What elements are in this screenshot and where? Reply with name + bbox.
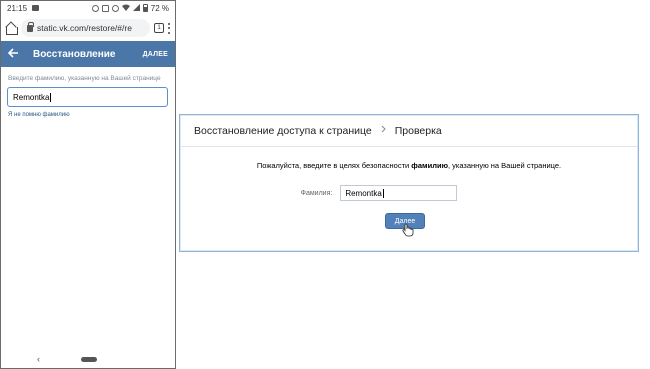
vibrate-icon xyxy=(101,4,109,12)
desktop-verification-card: Восстановление доступа к странице Провер… xyxy=(179,114,639,252)
status-time: 21:15 xyxy=(7,3,28,13)
text-caret xyxy=(382,188,384,198)
surname-input[interactable]: Remontka xyxy=(7,87,168,107)
url-text: static.vk.com/restore/#/re xyxy=(37,23,132,33)
instruction-bold: фамилию xyxy=(411,161,448,170)
android-nav-bar: ‹ xyxy=(1,350,175,368)
chevron-right-icon xyxy=(381,125,386,136)
surname-label: Введите фамилию, указанную на Вашей стра… xyxy=(8,75,161,82)
card-body: Пожалуйста, введите в целях безопасности… xyxy=(180,147,638,251)
page-title: Восстановление xyxy=(33,48,116,60)
notification-icon xyxy=(32,5,40,11)
surname-input-value: Remontka xyxy=(13,92,50,102)
address-bar[interactable]: static.vk.com/restore/#/re xyxy=(21,19,150,37)
breadcrumb-parent[interactable]: Восстановление доступа к странице xyxy=(194,125,372,137)
instruction-part-1: Пожалуйста, введите в целях безопасности xyxy=(256,161,412,170)
dnd-icon xyxy=(111,4,119,12)
home-icon[interactable] xyxy=(5,22,18,35)
instruction-part-2: , указанную на Вашей странице. xyxy=(447,161,562,170)
nav-back-icon[interactable]: ‹ xyxy=(37,354,40,364)
browser-toolbar: static.vk.com/restore/#/re 1 xyxy=(1,15,175,41)
text-caret xyxy=(50,92,52,102)
breadcrumb-current: Проверка xyxy=(394,124,442,137)
next-button[interactable]: ДАЛЕЕ xyxy=(143,51,168,58)
nav-home-pill[interactable] xyxy=(81,357,97,362)
battery-icon xyxy=(142,4,148,12)
instruction-text: Пожалуйста, введите в целях безопасности… xyxy=(180,161,638,170)
eye-icon xyxy=(91,4,99,12)
surname-field-row: Фамилия: Remontka xyxy=(180,185,638,201)
surname-field-input[interactable]: Remontka xyxy=(340,185,458,201)
vk-header: Восстановление ДАЛЕЕ xyxy=(1,41,175,67)
signal-icon xyxy=(132,3,140,13)
forgot-surname-link[interactable]: Я не помню фамилию xyxy=(8,112,70,118)
surname-field-value: Remontka xyxy=(345,188,382,198)
lock-icon xyxy=(27,21,34,32)
status-bar: 21:15 72 % xyxy=(1,1,175,15)
arrow-left-icon[interactable] xyxy=(7,48,19,60)
phone-screenshot: 21:15 72 % static.vk.com/restore/#/re 1 xyxy=(0,0,176,369)
tabs-icon[interactable]: 1 xyxy=(154,23,164,33)
more-vert-icon[interactable] xyxy=(168,22,171,34)
surname-field-label: Фамилия: xyxy=(300,189,333,197)
status-icons: 72 % xyxy=(91,3,169,13)
wifi-icon xyxy=(121,4,130,13)
battery-percent: 72 % xyxy=(150,3,169,13)
breadcrumb: Восстановление доступа к странице Провер… xyxy=(180,115,638,147)
hand-cursor-icon xyxy=(402,223,414,237)
